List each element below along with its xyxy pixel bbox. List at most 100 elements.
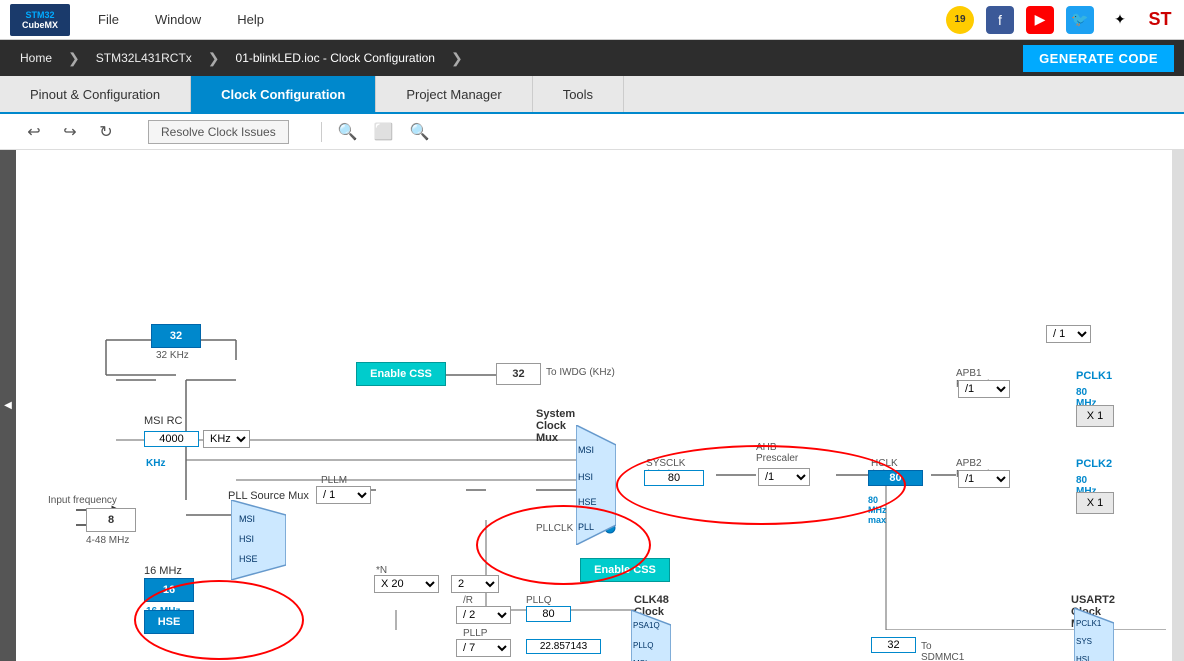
logo-area: STM32 CubeMX	[10, 4, 70, 36]
refresh-button[interactable]: ↻	[92, 118, 120, 146]
st-logo: ST	[1146, 6, 1174, 34]
x1-bottom-block: X 1	[1076, 492, 1114, 514]
breadcrumb-bar: Home ❯ STM32L431RCTx ❯ 01-blinkLED.ioc -…	[0, 40, 1184, 76]
twitter-icon[interactable]: 🐦	[1066, 6, 1094, 34]
icon-19: 19	[946, 6, 974, 34]
ahb-prescaler-label: AHB Prescaler	[756, 442, 798, 464]
div1-top-right: / 1	[1046, 325, 1091, 343]
pllp-input	[526, 639, 601, 654]
pclk1-label: PCLK1	[1076, 370, 1112, 382]
top-icons-area: 19 f ▶ 🐦 ✦ ST	[946, 6, 1174, 34]
sdmmc-input	[871, 637, 916, 653]
enable-css-top[interactable]: Enable CSS	[356, 362, 446, 386]
resolve-clock-button[interactable]: Resolve Clock Issues	[148, 120, 289, 144]
top-menu-bar: STM32 CubeMX File Window Help 19 f ▶ 🐦 ✦…	[0, 0, 1184, 40]
pllq-label: PLLQ	[526, 595, 552, 606]
msi-rc-select[interactable]: KHz	[203, 430, 250, 448]
generate-code-button[interactable]: GENERATE CODE	[1023, 45, 1174, 72]
pllq-input	[526, 606, 571, 622]
sysclk-mux-svg: MSI HSI HSE PLL	[576, 425, 616, 545]
toolbar: ↩ ↪ ↻ Resolve Clock Issues 🔍 ⬜ 🔍	[0, 114, 1184, 150]
usart2-mux-svg: PCLK1 SYS HSI LSE	[1074, 608, 1114, 661]
pllp-select[interactable]: / 7	[456, 639, 511, 657]
youtube-icon[interactable]: ▶	[1026, 6, 1054, 34]
hsi-rc-block: 16	[144, 578, 194, 602]
undo-button[interactable]: ↩	[20, 118, 48, 146]
div2-select[interactable]: 2	[451, 575, 499, 593]
enable-css-bottom[interactable]: Enable CSS	[580, 558, 670, 582]
svg-text:MSI: MSI	[239, 514, 255, 524]
hse-block: HSE	[144, 610, 194, 634]
pllp-label: PLLP	[463, 628, 487, 639]
msi-rc-control: KHz	[144, 430, 250, 448]
zoom-out-button[interactable]: 🔍	[406, 118, 434, 146]
svg-text:HSI: HSI	[239, 534, 254, 544]
svg-text:HSI: HSI	[1076, 655, 1089, 661]
hclk-input[interactable]	[868, 470, 923, 486]
stm32-logo: STM32 CubeMX	[10, 4, 70, 36]
clock-diagram: 32 32 KHz Enable CSS 32 To IWDG (KHz) MS…	[16, 150, 1166, 630]
svg-text:PCLK1: PCLK1	[1076, 619, 1102, 628]
sdmmc-label: To SDMMC1 (Mhz)	[921, 641, 964, 661]
pllr-select[interactable]: / 2	[456, 606, 511, 624]
tab-clock[interactable]: Clock Configuration	[191, 76, 376, 112]
msi-rc-input[interactable]	[144, 431, 199, 447]
svg-text:MSI: MSI	[578, 445, 594, 455]
x1-top-block: X 1	[1076, 405, 1114, 427]
svg-text:HSE: HSE	[578, 497, 597, 507]
breadcrumb-home[interactable]: Home	[10, 47, 62, 69]
to-iwdg-block: 32	[496, 363, 541, 385]
hsi-rc-label: 16 MHz	[144, 565, 182, 577]
msi-unit-label: KHz	[146, 458, 165, 469]
tab-pinout[interactable]: Pinout & Configuration	[0, 76, 191, 112]
tab-tools[interactable]: Tools	[533, 76, 624, 112]
clk48-mux-svg: PSA1Q PLLQ MSI HSI48	[631, 610, 671, 661]
ahb-prescaler-select[interactable]: /1	[758, 468, 810, 486]
diagram-wrapper: 32 32 KHz Enable CSS 32 To IWDG (KHz) MS…	[16, 150, 1172, 661]
svg-text:PLL: PLL	[578, 522, 594, 532]
network-icon: ✦	[1106, 6, 1134, 34]
tab-bar: Pinout & Configuration Clock Configurati…	[0, 76, 1184, 114]
menu-window[interactable]: Window	[147, 12, 209, 27]
input-freq-block: 8	[86, 508, 136, 532]
breadcrumb-file[interactable]: 01-blinkLED.ioc - Clock Configuration	[226, 47, 445, 69]
input-freq-label: Input frequency	[48, 495, 117, 506]
zoom-in-button[interactable]: 🔍	[334, 118, 362, 146]
main-content: ◀	[0, 150, 1184, 661]
pllm-select[interactable]: / 1	[316, 486, 371, 504]
redo-button[interactable]: ↪	[56, 118, 84, 146]
to-iwdg-label: To IWDG (KHz)	[546, 367, 615, 378]
facebook-icon[interactable]: f	[986, 6, 1014, 34]
svg-text:HSE: HSE	[239, 554, 258, 564]
pclk2-label: PCLK2	[1076, 458, 1112, 470]
svg-text:HSI: HSI	[578, 472, 593, 482]
freq-32-block: 32	[151, 324, 201, 348]
svg-text:PLLQ: PLLQ	[633, 641, 653, 650]
pllr-label: /R	[463, 595, 473, 606]
tab-project[interactable]: Project Manager	[376, 76, 532, 112]
logo-stm32-text: STM32	[25, 10, 54, 20]
logo-cubemx-text: CubeMX	[22, 20, 58, 30]
svg-text:PSA1Q: PSA1Q	[633, 621, 660, 630]
pllm-label: PLLM	[321, 475, 347, 486]
hclk-max-label: 80 MHz max	[868, 495, 887, 525]
freq-32-label: 32 KHz	[156, 350, 189, 361]
sysclk-input	[644, 470, 704, 486]
left-sidebar-toggle[interactable]: ◀	[0, 150, 16, 661]
msi-rc-label: MSI RC	[144, 415, 183, 427]
system-clock-mux-label: System Clock Mux	[536, 408, 575, 444]
input-freq-range: 4-48 MHz	[86, 535, 129, 546]
menu-help[interactable]: Help	[229, 12, 272, 27]
pll-source-mux-svg: MSI HSI HSE	[231, 500, 286, 580]
zoom-fit-button[interactable]: ⬜	[370, 118, 398, 146]
menu-file[interactable]: File	[90, 12, 127, 27]
svg-text:SYS: SYS	[1076, 637, 1092, 646]
toolbar-separator	[321, 122, 322, 142]
div1-top-select[interactable]: / 1	[1046, 325, 1091, 343]
breadcrumb-device[interactable]: STM32L431RCTx	[86, 47, 202, 69]
plln-select[interactable]: X 20	[374, 575, 439, 593]
apb1-select[interactable]: /1	[958, 380, 1010, 398]
pllclk-label: PLLCLK	[536, 523, 573, 534]
apb2-select[interactable]: /1	[958, 470, 1010, 488]
right-scrollbar[interactable]	[1172, 150, 1184, 661]
